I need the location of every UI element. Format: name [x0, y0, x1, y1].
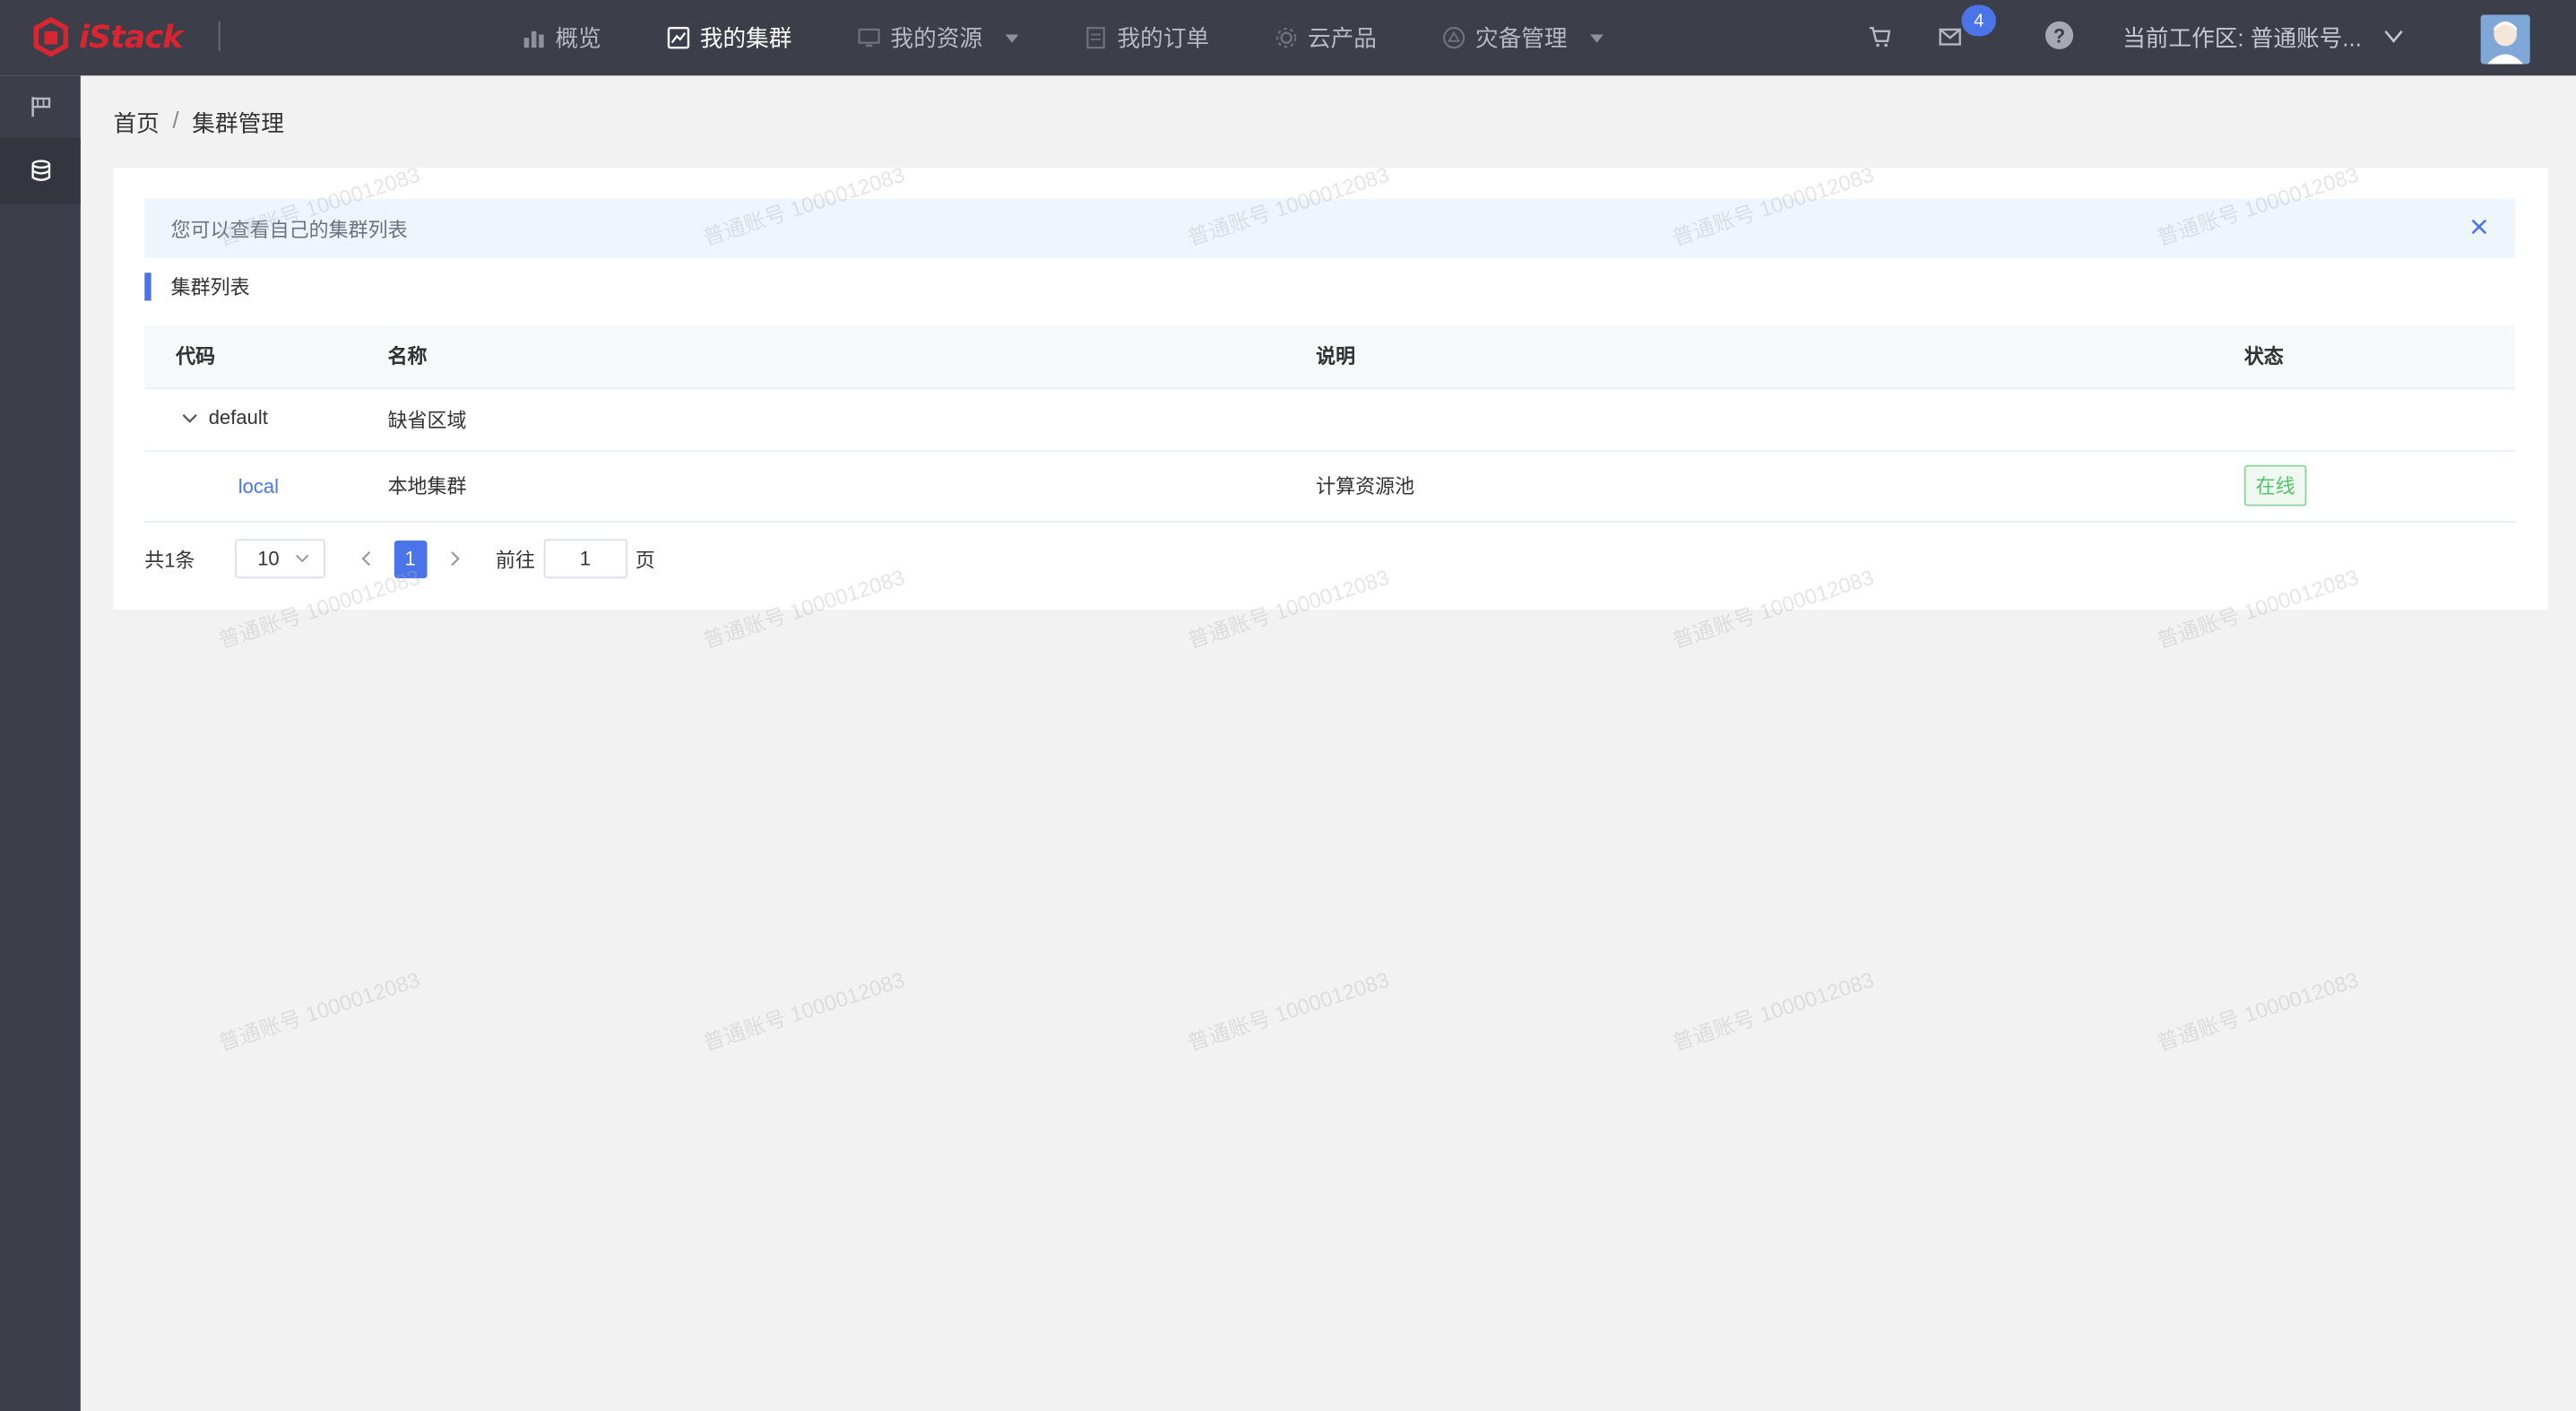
- column-header-desc: 说明: [1316, 325, 2244, 389]
- table-row: local 本地集群 计算资源池 在线: [144, 450, 2516, 522]
- chevron-down-icon: [182, 413, 197, 423]
- help-icon[interactable]: ?: [2044, 21, 2074, 49]
- chevron-down-icon: [295, 554, 308, 563]
- section-title: 集群列表: [144, 273, 250, 301]
- group-code: default: [208, 406, 268, 429]
- pagination: 共1条 10 1 前往 1 页: [144, 539, 655, 579]
- page-jump-unit: 页: [635, 548, 655, 571]
- page-jump-label: 前往: [495, 548, 535, 571]
- sidebar: [0, 75, 81, 1411]
- logo-text: iStack: [78, 19, 183, 56]
- watermark: 普通账号 1000012083: [700, 966, 908, 1056]
- row-code-cell: local: [144, 450, 388, 522]
- monitor-icon: [858, 28, 880, 48]
- nav-my-cluster[interactable]: 我的集群: [667, 0, 791, 75]
- prev-page-icon[interactable]: [354, 547, 377, 570]
- watermark: 普通账号 1000012083: [215, 966, 423, 1056]
- shield-icon: [1443, 27, 1465, 49]
- status-badge: 在线: [2243, 464, 2307, 506]
- flag-icon: [30, 97, 50, 117]
- nav-my-resources-label: 我的资源: [890, 24, 983, 51]
- breadcrumb-home[interactable]: 首页: [113, 107, 159, 140]
- cluster-table: 代码 名称 说明 状态 default 缺省区域 local 本地集群 计算资源…: [144, 325, 2516, 522]
- section-title-bar: [144, 273, 151, 301]
- chevron-down-icon: [1590, 33, 1604, 42]
- alert-text: 您可以查看自己的集群列表: [170, 217, 408, 241]
- nav-my-cluster-label: 我的集群: [699, 24, 792, 51]
- sidebar-item-database[interactable]: [0, 139, 81, 204]
- database-icon: [30, 160, 50, 181]
- close-icon[interactable]: [2469, 217, 2489, 237]
- nav-disaster-recovery[interactable]: 灾备管理: [1442, 0, 1604, 75]
- breadcrumb: 首页 / 集群管理: [113, 107, 283, 140]
- nav-my-resources[interactable]: 我的资源: [858, 0, 1019, 75]
- cart-icon[interactable]: [1866, 23, 1892, 49]
- nav-my-orders[interactable]: 我的订单: [1085, 0, 1209, 75]
- section-title-text: 集群列表: [170, 275, 250, 299]
- logo-divider: [218, 21, 220, 51]
- top-nav-bar: iStack 概览 我的集群 我的资源 我的订单 云产品 灾备管理 4 ? 当前…: [0, 0, 2576, 76]
- workspace-selector[interactable]: 当前工作区: 普通账号...: [2122, 22, 2362, 55]
- watermark: 普通账号 1000012083: [1669, 966, 1877, 1056]
- info-alert: 您可以查看自己的集群列表: [144, 198, 2516, 258]
- main-nav: 概览 我的集群 我的资源 我的订单 云产品 灾备管理: [523, 0, 1669, 75]
- cluster-card: 您可以查看自己的集群列表 集群列表 代码 名称 说明 状态 default 缺省…: [113, 167, 2548, 610]
- nav-my-orders-label: 我的订单: [1117, 24, 1210, 51]
- group-name-cell: 缺省区域: [387, 387, 1317, 452]
- nav-cloud-products-label: 云产品: [1307, 24, 1377, 51]
- group-desc-cell: [1316, 387, 2244, 452]
- sidebar-item-flag[interactable]: [0, 75, 81, 140]
- avatar[interactable]: [2480, 14, 2530, 65]
- nav-cloud-products[interactable]: 云产品: [1275, 0, 1377, 75]
- group-code-cell: default: [144, 387, 388, 452]
- group-status-cell: [2243, 387, 2516, 452]
- page-size-select[interactable]: 10: [234, 539, 325, 579]
- page-jump: 前往 1 页: [495, 539, 655, 579]
- chevron-down-icon[interactable]: [2382, 24, 2406, 48]
- bar-chart-icon: [523, 30, 544, 48]
- pagination-total: 共1条: [144, 548, 195, 571]
- table-header-row: 代码 名称 说明 状态: [144, 325, 2516, 389]
- message-count-badge[interactable]: 4: [1961, 4, 1996, 37]
- column-header-status: 状态: [2243, 325, 2516, 389]
- logo-icon: [33, 16, 69, 57]
- mail-icon[interactable]: [1937, 23, 1963, 49]
- order-icon: [1086, 27, 1105, 49]
- breadcrumb-current: 集群管理: [192, 109, 284, 137]
- row-desc-cell: 计算资源池: [1316, 450, 2244, 522]
- watermark: 普通账号 1000012083: [1184, 966, 1393, 1056]
- page-number-current[interactable]: 1: [393, 540, 427, 578]
- chevron-down-icon: [1005, 33, 1019, 42]
- gear-icon: [1275, 27, 1297, 48]
- tree-toggle[interactable]: default: [176, 406, 268, 429]
- page-size-value: 10: [257, 547, 280, 571]
- row-name-cell: 本地集群: [387, 450, 1317, 522]
- cluster-icon: [667, 26, 690, 49]
- page-jump-input[interactable]: 1: [543, 539, 627, 579]
- next-page-icon[interactable]: [443, 547, 466, 570]
- nav-overview[interactable]: 概览: [523, 0, 601, 75]
- watermark: 普通账号 1000012083: [2154, 966, 2362, 1056]
- nav-disaster-recovery-label: 灾备管理: [1474, 24, 1568, 51]
- breadcrumb-separator: /: [172, 107, 179, 134]
- table-group-row: default 缺省区域: [144, 387, 2516, 452]
- cluster-link[interactable]: local: [176, 474, 279, 498]
- logo[interactable]: iStack: [30, 14, 183, 60]
- avatar-icon: [2480, 14, 2530, 65]
- column-header-code: 代码: [144, 325, 388, 389]
- column-header-name: 名称: [387, 325, 1317, 389]
- nav-overview-label: 概览: [555, 24, 601, 51]
- row-status-cell: 在线: [2243, 450, 2516, 522]
